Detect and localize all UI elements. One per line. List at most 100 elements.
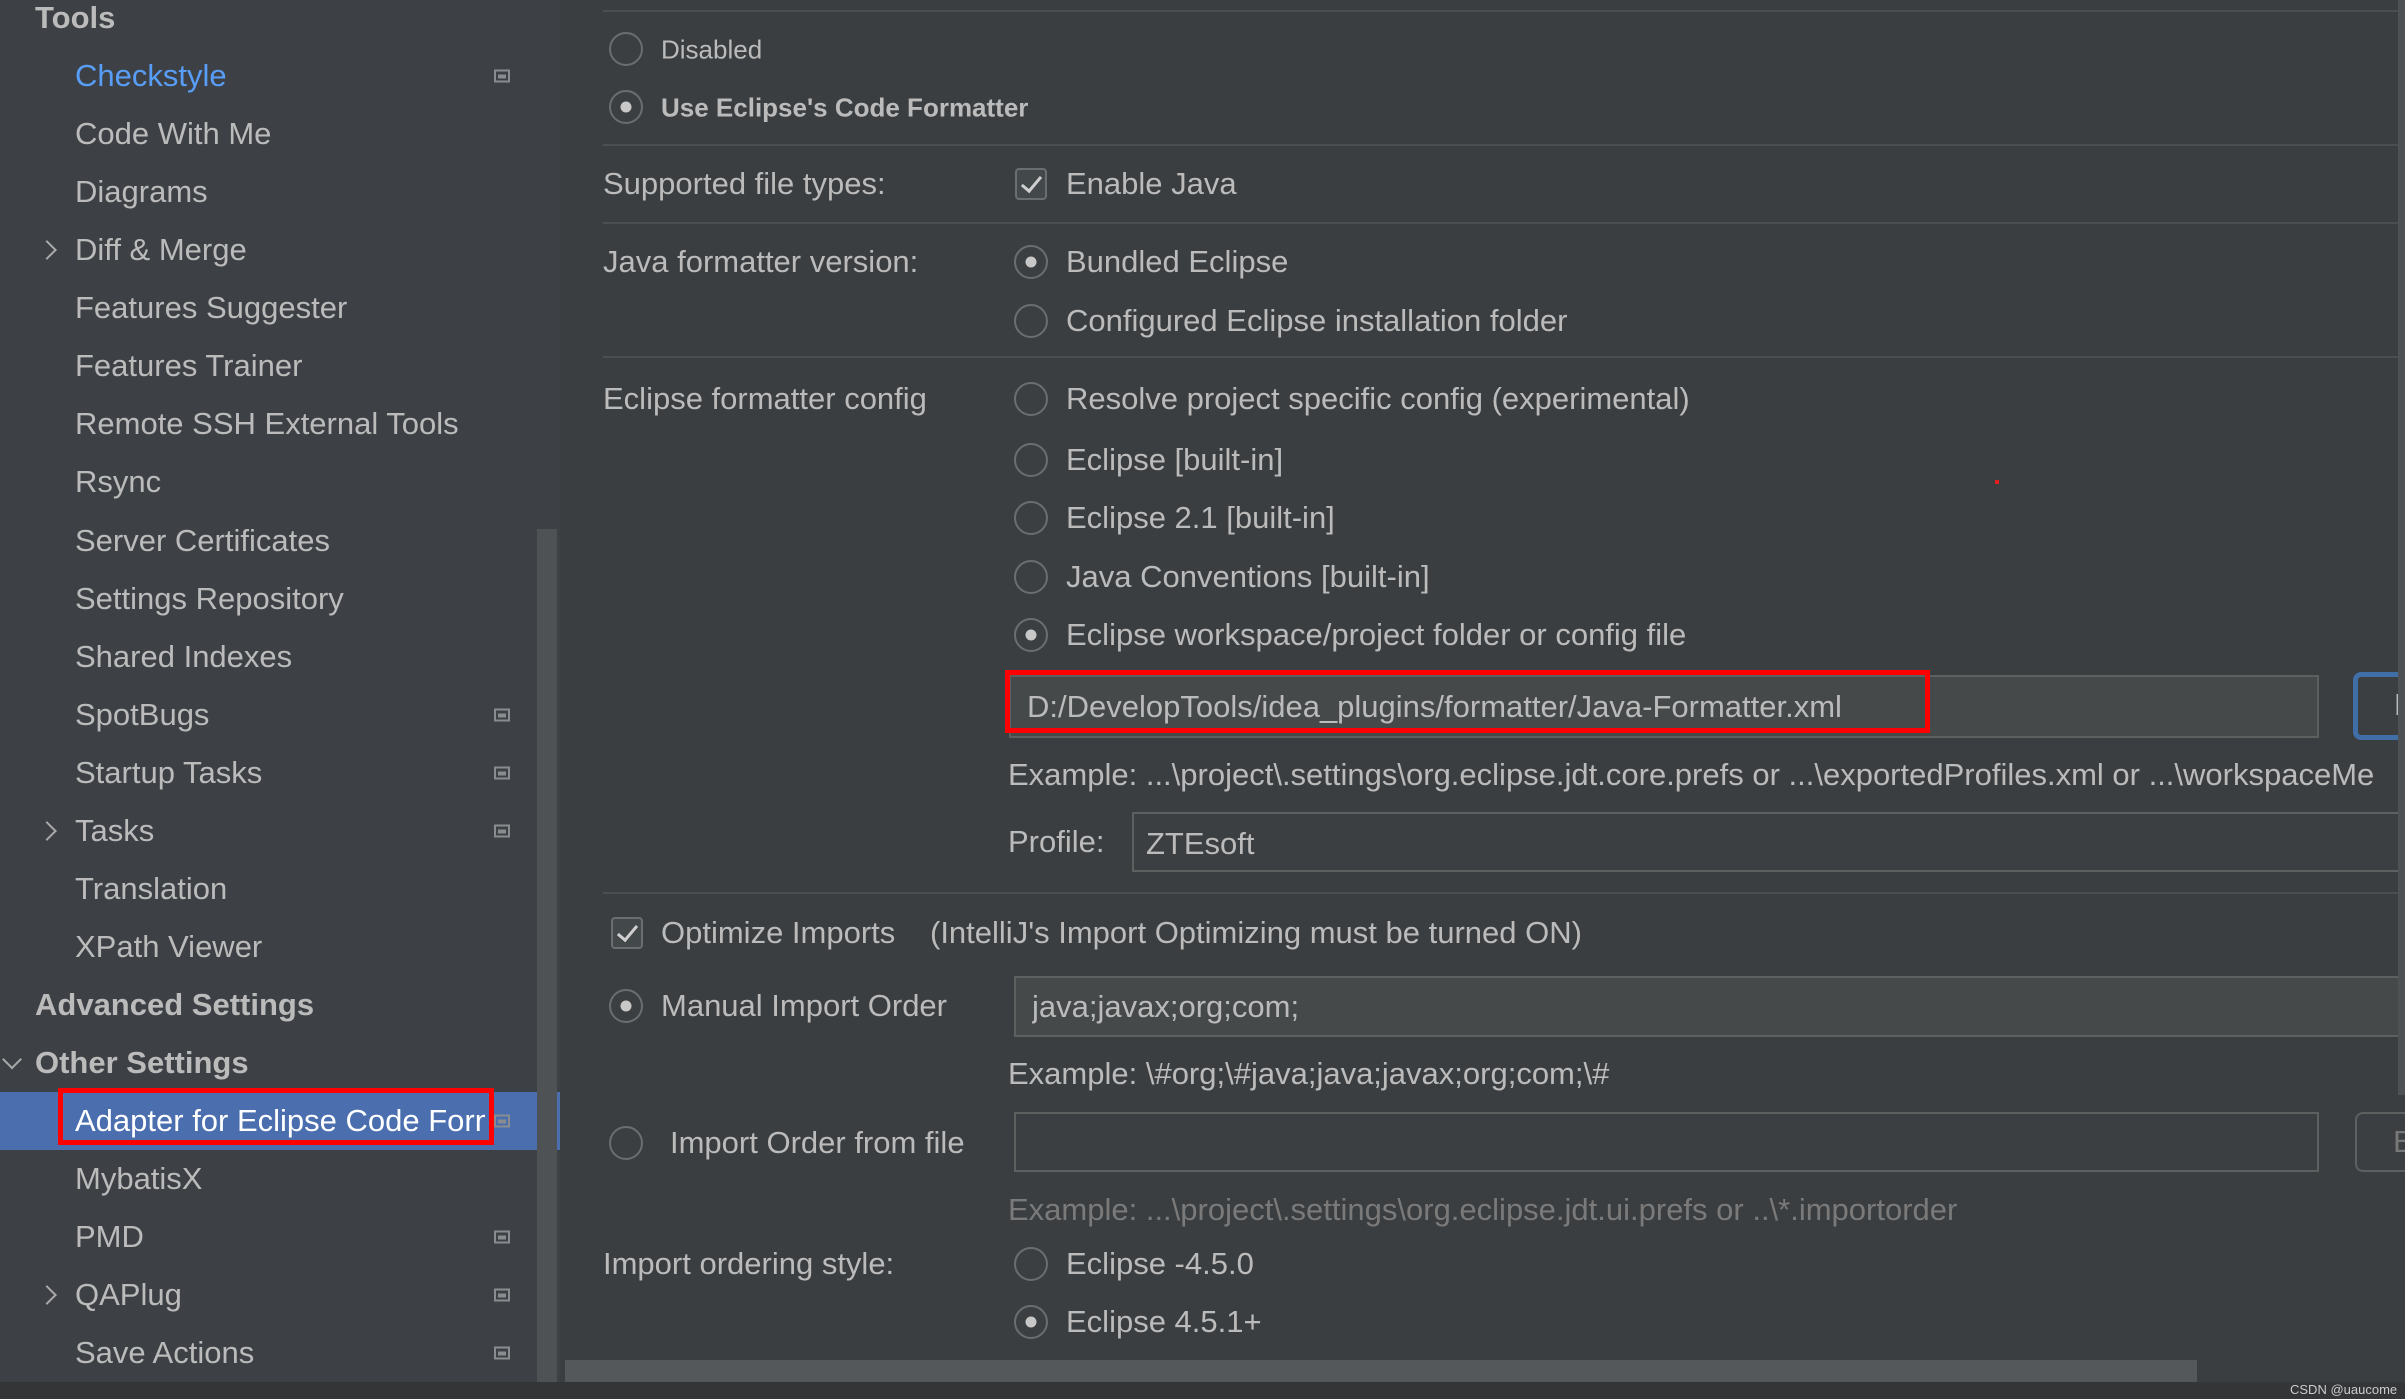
- ordering-old-label: Eclipse -4.5.0: [1066, 1246, 1254, 1281]
- ordering-old-radio[interactable]: [1014, 1247, 1048, 1281]
- ordering-new-radio[interactable]: [1014, 1305, 1048, 1339]
- sidebar-item-label: Tasks: [75, 812, 155, 848]
- chevron-right-icon[interactable]: [37, 240, 57, 261]
- config-eclipse21-radio[interactable]: [1014, 501, 1048, 535]
- manual-import-order-field[interactable]: [1014, 976, 2405, 1037]
- sidebar-item-tools[interactable]: Tools: [0, 0, 537, 47]
- config-eclipse-builtin-label: Eclipse [built-in]: [1066, 442, 1284, 477]
- sidebar-item-label: Checkstyle: [75, 58, 227, 94]
- sidebar-item-qaplug[interactable]: QAPlug: [0, 1266, 537, 1324]
- mode-eclipse-radio[interactable]: [609, 90, 643, 124]
- formatter-version-label: Java formatter version:: [603, 244, 919, 279]
- mode-disabled-label: Disabled: [661, 34, 763, 65]
- sidebar-item-rsync[interactable]: Rsync: [0, 453, 537, 511]
- sidebar-item-other-settings[interactable]: Other Settings: [0, 1034, 537, 1092]
- sidebar-item-diff-merge[interactable]: Diff & Merge: [0, 221, 537, 279]
- sidebar-item-label: XPath Viewer: [75, 928, 263, 964]
- optimize-imports-checkbox[interactable]: [611, 917, 643, 949]
- import-order-file-field[interactable]: [1014, 1112, 2319, 1172]
- settings-sidebar: Tools Checkstyle Code With Me Diagrams Diff …: [0, 0, 560, 1382]
- vertical-scrollbar[interactable]: [2398, 0, 2405, 1095]
- sidebar-item-save-actions[interactable]: Save Actions: [0, 1324, 537, 1382]
- sidebar-item-label: Features Trainer: [75, 348, 303, 384]
- project-level-icon: [494, 708, 510, 722]
- sidebar-item-advanced-settings[interactable]: Advanced Settings: [0, 976, 537, 1034]
- sidebar-item-label: Advanced Settings: [35, 987, 315, 1023]
- sidebar-item-features-suggester[interactable]: Features Suggester: [0, 279, 537, 337]
- project-level-icon: [494, 1114, 510, 1128]
- import-order-file-label: Import Order from file: [670, 1125, 965, 1160]
- ordering-style-label: Import ordering style:: [603, 1246, 895, 1281]
- sidebar-item-label: Rsync: [75, 464, 162, 500]
- bottom-strip: [0, 1382, 2405, 1399]
- sidebar-scrollbar[interactable]: [537, 529, 557, 1382]
- config-file-label: Eclipse workspace/project folder or conf…: [1066, 617, 1687, 652]
- ordering-new-label: Eclipse 4.5.1+: [1066, 1304, 1262, 1339]
- sidebar-item-label: Startup Tasks: [75, 754, 263, 790]
- highlight-box: [58, 1088, 494, 1145]
- profile-value: ZTEsoft: [1146, 826, 1255, 861]
- manual-import-order-input[interactable]: [1032, 978, 2405, 1035]
- sidebar-item-xpath-viewer[interactable]: XPath Viewer: [0, 918, 537, 976]
- enable-java-checkbox[interactable]: [1015, 168, 1047, 200]
- sidebar-item-settings-repository[interactable]: Settings Repository: [0, 570, 537, 628]
- manual-import-order-label: Manual Import Order: [661, 988, 947, 1023]
- manual-order-example: Example: \#org;\#java;java;javax;org;com…: [1008, 1056, 1610, 1091]
- config-eclipse21-label: Eclipse 2.1 [built-in]: [1066, 500, 1335, 535]
- config-resolve-radio[interactable]: [1014, 382, 1048, 416]
- chevron-right-icon[interactable]: [37, 820, 57, 841]
- sidebar-item-label: Features Suggester: [75, 290, 348, 326]
- config-example-text: Example: ...\project\.settings\org.eclip…: [1008, 757, 2375, 792]
- mode-eclipse-label: Use Eclipse's Code Formatter: [661, 92, 1029, 123]
- manual-import-order-radio[interactable]: [609, 989, 643, 1023]
- sidebar-item-spotbugs[interactable]: SpotBugs: [0, 686, 537, 744]
- sidebar-item-server-certificates[interactable]: Server Certificates: [0, 512, 537, 570]
- sidebar-item-checkstyle[interactable]: Checkstyle: [0, 47, 537, 105]
- sidebar-item-label: PMD: [75, 1219, 144, 1255]
- sidebar-item-label: Settings Repository: [75, 580, 344, 616]
- import-order-file-input[interactable]: [1032, 1114, 2307, 1170]
- sidebar-item-pmd[interactable]: PMD: [0, 1208, 537, 1266]
- horizontal-scrollbar[interactable]: [565, 1360, 2197, 1382]
- sidebar-item-features-trainer[interactable]: Features Trainer: [0, 337, 537, 395]
- sidebar-item-label: MybatisX: [75, 1161, 203, 1197]
- sidebar-item-translation[interactable]: Translation: [0, 860, 537, 918]
- sidebar-item-code-with-me[interactable]: Code With Me: [0, 105, 537, 163]
- config-resolve-label: Resolve project specific config (experim…: [1066, 381, 1690, 416]
- browse-import-order-button[interactable]: Browse: [2355, 1112, 2405, 1172]
- red-dot: [1995, 480, 1999, 484]
- import-order-file-radio[interactable]: [609, 1126, 643, 1160]
- sidebar-item-diagrams[interactable]: Diagrams: [0, 163, 537, 221]
- sidebar-item-label: Server Certificates: [75, 522, 330, 558]
- sidebar-item-startup-tasks[interactable]: Startup Tasks: [0, 744, 537, 802]
- bundled-eclipse-label: Bundled Eclipse: [1066, 244, 1289, 279]
- sidebar-item-label: Diagrams: [75, 174, 208, 210]
- optimize-imports-label: Optimize Imports: [661, 915, 896, 950]
- config-eclipse-builtin-radio[interactable]: [1014, 443, 1048, 477]
- chevron-down-icon[interactable]: [2, 1049, 22, 1070]
- watermark: CSDN @uaucome: [2290, 1382, 2398, 1397]
- sidebar-item-label: Other Settings: [35, 1045, 249, 1081]
- sidebar-item-label: Shared Indexes: [75, 638, 293, 674]
- divider: [603, 356, 2405, 358]
- configured-eclipse-label: Configured Eclipse installation folder: [1066, 303, 1568, 338]
- config-java-conventions-radio[interactable]: [1014, 560, 1048, 594]
- profile-select[interactable]: ZTEsoft: [1132, 812, 2405, 872]
- configured-eclipse-radio[interactable]: [1014, 304, 1048, 338]
- config-file-radio[interactable]: [1014, 618, 1048, 652]
- enable-java-label: Enable Java: [1066, 166, 1237, 201]
- profile-label: Profile:: [1008, 824, 1105, 859]
- sidebar-item-mybatisx[interactable]: MybatisX: [0, 1150, 537, 1208]
- bundled-eclipse-radio[interactable]: [1014, 245, 1048, 279]
- sidebar-item-label: Tools: [35, 0, 116, 35]
- sidebar-item-tasks[interactable]: Tasks: [0, 802, 537, 860]
- chevron-right-icon[interactable]: [37, 1285, 57, 1306]
- optimize-imports-note: (IntelliJ's Import Optimizing must be tu…: [930, 915, 1582, 950]
- highlight-box: [1005, 670, 1930, 733]
- mode-disabled-radio[interactable]: [609, 32, 643, 66]
- sidebar-item-remote-ssh-external-tools[interactable]: Remote SSH External Tools: [0, 395, 537, 453]
- project-level-icon: [494, 1230, 510, 1244]
- sidebar-item-shared-indexes[interactable]: Shared Indexes: [0, 628, 537, 686]
- formatter-config-label: Eclipse formatter config: [603, 381, 927, 416]
- sidebar-item-label: Remote SSH External Tools: [75, 406, 459, 442]
